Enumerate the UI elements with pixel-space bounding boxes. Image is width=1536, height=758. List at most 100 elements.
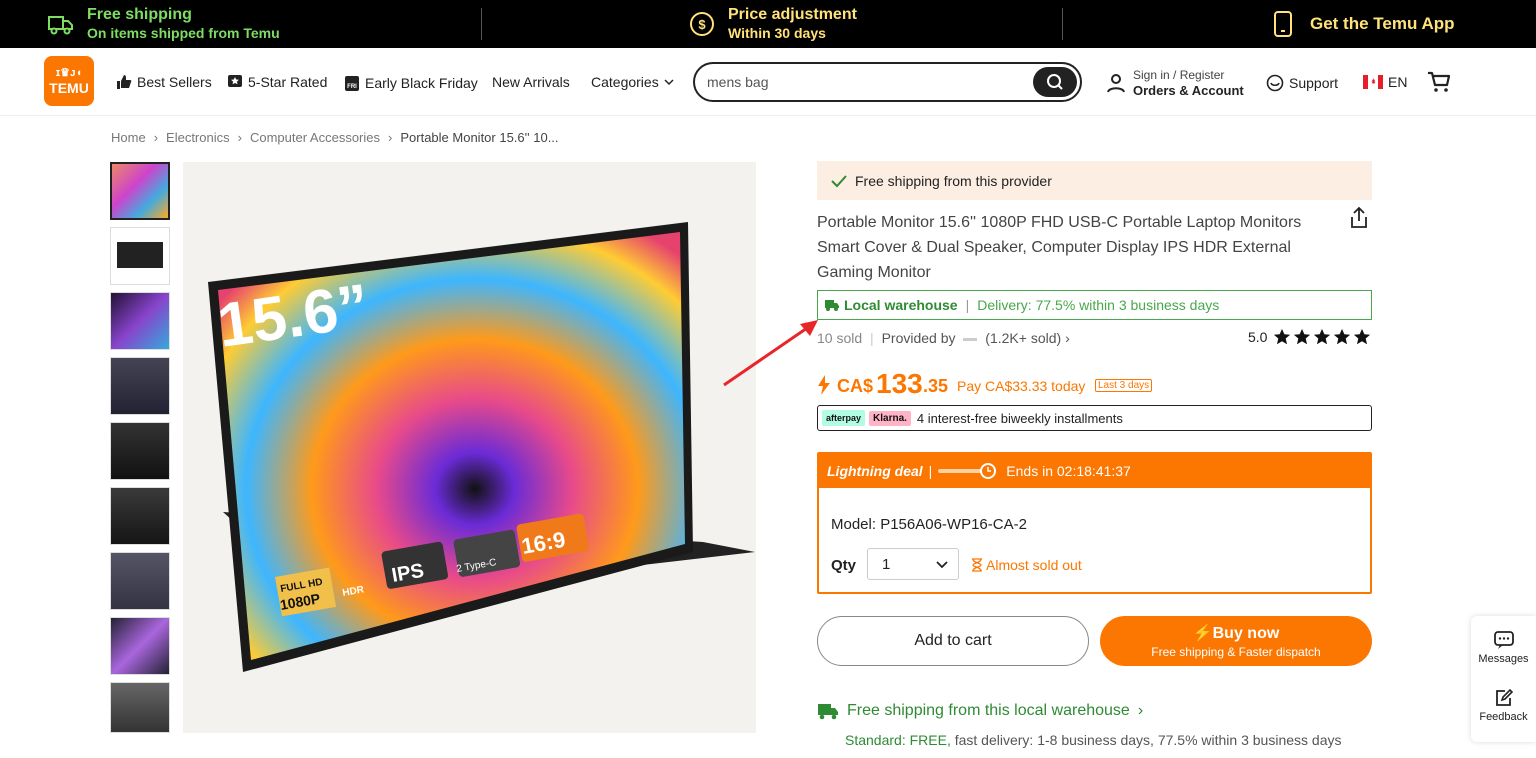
thumbnail-item[interactable] bbox=[110, 682, 170, 733]
nav-label: Categories bbox=[591, 74, 659, 90]
thumbnail-item[interactable] bbox=[110, 617, 170, 675]
free-shipping-banner[interactable]: Free shipping On items shipped from Temu bbox=[47, 0, 280, 48]
thumbnail-item[interactable] bbox=[110, 162, 170, 220]
product-main-image[interactable]: 15.6” FULL HD 1080P HDR IPS 2 Type-C 16:… bbox=[183, 162, 756, 733]
share-button[interactable] bbox=[1349, 206, 1369, 234]
price-adjustment-banner[interactable]: $ Price adjustment Within 30 days bbox=[688, 0, 857, 48]
rating-value: 5.0 bbox=[1248, 329, 1268, 345]
support-link[interactable]: Support bbox=[1266, 74, 1338, 92]
deal-countdown: Ends in 02:18:41:37 bbox=[1006, 463, 1131, 479]
shipping-title: Free shipping bbox=[87, 6, 192, 23]
chevron-down-icon bbox=[936, 561, 948, 569]
temu-logo[interactable]: ɪ♛ᴊ◖ TEMU bbox=[44, 56, 94, 106]
buy-now-subtitle: Free shipping & Faster dispatch bbox=[1151, 645, 1321, 659]
search-input[interactable] bbox=[707, 72, 1027, 92]
hourglass-icon bbox=[972, 558, 982, 572]
local-shipping-link[interactable]: Free shipping from this local warehouse … bbox=[817, 702, 1143, 720]
delivery-label: Delivery: 77.5% within 3 business days bbox=[977, 297, 1220, 313]
cart-button[interactable] bbox=[1427, 71, 1451, 98]
sign-in-label: Sign in / Register bbox=[1133, 68, 1225, 82]
truck-icon bbox=[825, 300, 839, 311]
nav-best-sellers[interactable]: Best Sellers bbox=[116, 74, 212, 90]
site-header: ɪ♛ᴊ◖ TEMU Best Sellers 5-Star Rated FRI … bbox=[0, 48, 1536, 116]
truck-icon bbox=[818, 704, 838, 720]
separator: | bbox=[870, 330, 874, 346]
free-shipping-text: Free shipping from this provider bbox=[855, 172, 1052, 189]
standard-free: Standard: FREE, bbox=[845, 732, 951, 748]
free-shipping-notice: Free shipping from this provider bbox=[817, 161, 1372, 200]
star-icon bbox=[1294, 328, 1311, 345]
qty-select[interactable]: 1 bbox=[867, 548, 959, 580]
shipping-subtitle: On items shipped from Temu bbox=[87, 25, 280, 41]
nav-categories[interactable]: Categories bbox=[591, 74, 674, 90]
breadcrumb-separator: › bbox=[153, 130, 159, 145]
logo-symbols: ɪ♛ᴊ◖ bbox=[55, 67, 83, 79]
check-icon bbox=[831, 174, 847, 187]
thumbnail-item[interactable] bbox=[110, 227, 170, 285]
messages-button[interactable]: Messages bbox=[1471, 630, 1536, 665]
svg-text:$: $ bbox=[698, 17, 706, 32]
thumbnail-item[interactable] bbox=[110, 357, 170, 415]
add-to-cart-button[interactable]: Add to cart bbox=[817, 616, 1089, 666]
nav-label: 5-Star Rated bbox=[248, 74, 328, 90]
buy-now-button[interactable]: ⚡Buy now Free shipping & Faster dispatch bbox=[1100, 616, 1372, 666]
floating-sidebar: Messages Feedback bbox=[1471, 616, 1536, 742]
user-icon bbox=[1107, 74, 1125, 93]
support-chat-icon bbox=[1266, 74, 1284, 92]
feedback-icon bbox=[1495, 688, 1513, 706]
installments-box[interactable]: afterpay Klarna. 4 interest-free biweekl… bbox=[817, 405, 1372, 431]
thumbnail-item[interactable] bbox=[110, 487, 170, 545]
star-icon bbox=[1274, 328, 1291, 345]
chevron-right-icon[interactable]: › bbox=[1065, 330, 1070, 346]
price-main: 133 bbox=[876, 368, 923, 399]
share-icon bbox=[1351, 206, 1367, 228]
thumbs-up-icon bbox=[117, 75, 132, 89]
star-badge-icon bbox=[228, 75, 242, 87]
message-icon bbox=[1493, 631, 1514, 649]
standard-details: fast delivery: 1-8 business days, 77.5% … bbox=[954, 732, 1342, 748]
thumbnail-item[interactable] bbox=[110, 292, 170, 350]
breadcrumb-separator: › bbox=[237, 130, 242, 145]
deal-header: Lightning deal | Ends in 02:18:41:37 bbox=[819, 454, 1370, 488]
calendar-fri-icon: FRI bbox=[345, 76, 359, 91]
price-currency: CA$ bbox=[837, 376, 874, 396]
breadcrumb-separator: › bbox=[388, 130, 393, 145]
almost-sold-out: Almost sold out bbox=[986, 557, 1082, 573]
price-subtitle: Within 30 days bbox=[728, 25, 826, 41]
provided-by-label: Provided by bbox=[881, 330, 956, 346]
messages-label: Messages bbox=[1478, 653, 1529, 665]
logo-text: TEMU bbox=[49, 80, 89, 96]
lightning-icon: ⚡ bbox=[1192, 625, 1213, 642]
breadcrumb-electronics[interactable]: Electronics bbox=[166, 130, 230, 145]
search-button[interactable] bbox=[1033, 67, 1077, 97]
star-icon bbox=[1354, 328, 1371, 345]
buy-now-text: Buy now bbox=[1212, 625, 1280, 642]
product-title: Portable Monitor 15.6'' 1080P FHD USB-C … bbox=[817, 214, 1302, 281]
sold-count: 10 sold bbox=[817, 330, 863, 346]
last-days-badge: Last 3 days bbox=[1095, 379, 1153, 392]
nav-label: Best Sellers bbox=[137, 74, 212, 90]
breadcrumb-home[interactable]: Home bbox=[111, 130, 146, 145]
nav-new-arrivals[interactable]: New Arrivals bbox=[492, 74, 570, 90]
thumbnail-item[interactable] bbox=[110, 552, 170, 610]
provider-sold[interactable]: (1.2K+ sold) bbox=[985, 330, 1061, 346]
phone-icon bbox=[1274, 11, 1292, 37]
dollar-clock-icon: $ bbox=[690, 12, 714, 36]
rating[interactable]: 5.0 bbox=[1248, 328, 1371, 346]
feedback-button[interactable]: Feedback bbox=[1471, 688, 1536, 723]
warehouse-label: Local warehouse bbox=[844, 297, 958, 313]
local-warehouse-box[interactable]: Local warehouse | Delivery: 77.5% within… bbox=[817, 290, 1372, 320]
breadcrumb-current: Portable Monitor 15.6'' 10... bbox=[400, 130, 559, 145]
klarna-logo: Klarna. bbox=[869, 410, 911, 426]
get-app-label: Get the Temu App bbox=[1310, 14, 1455, 33]
provider-name-redacted[interactable] bbox=[963, 337, 978, 341]
cart-icon bbox=[1428, 71, 1451, 92]
nav-early-black-friday[interactable]: FRI Early Black Friday bbox=[344, 74, 478, 92]
thumbnail-item[interactable] bbox=[110, 422, 170, 480]
get-app-banner[interactable]: Get the Temu App bbox=[1272, 0, 1455, 48]
language-selector[interactable]: EN bbox=[1363, 74, 1407, 90]
nav-label: Early Black Friday bbox=[365, 75, 478, 91]
language-label: EN bbox=[1388, 74, 1408, 90]
breadcrumb-computer-accessories[interactable]: Computer Accessories bbox=[250, 130, 380, 145]
nav-five-star[interactable]: 5-Star Rated bbox=[227, 74, 327, 90]
